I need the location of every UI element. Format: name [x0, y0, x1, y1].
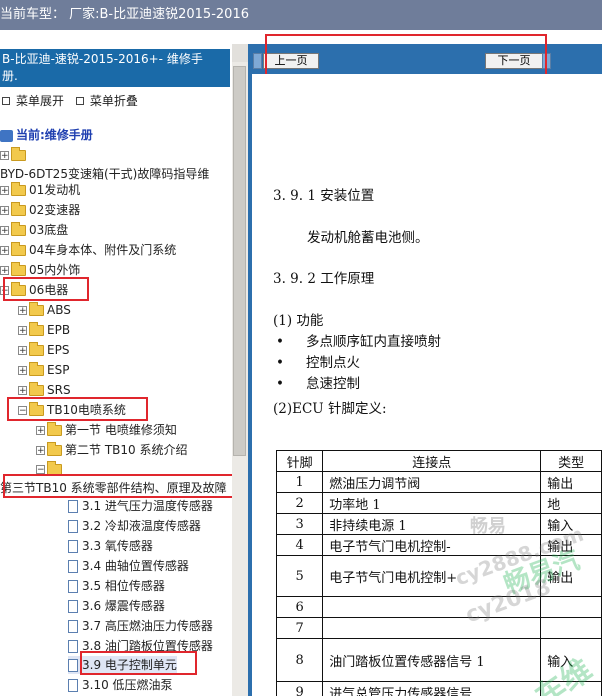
- header-pin: 针脚: [275, 450, 324, 472]
- function-title: (1) 功能: [273, 313, 324, 329]
- collapse-icon: [75, 97, 84, 105]
- expand-toggle-icon[interactable]: +: [36, 446, 45, 456]
- menu-collapse-button[interactable]: 菜单折叠: [74, 92, 138, 109]
- folder-icon: [29, 342, 44, 356]
- folder-icon: [29, 362, 44, 376]
- folder-icon: [29, 322, 44, 336]
- folder-icon: [11, 222, 26, 236]
- tree-leaf-3-2[interactable]: 3.2 冷却液温度传感器: [68, 517, 201, 535]
- document-icon: [68, 540, 78, 553]
- tree-leaf-3-10[interactable]: 3.10 低压燃油泵: [68, 676, 173, 694]
- tree-view: B-比亚迪-速锐-2015-2016+- 维修手 册. 菜单展开 菜单折叠 当前…: [0, 44, 232, 696]
- tree-node-body[interactable]: +04车身本体、附件及门系统: [0, 241, 176, 259]
- tree-node-section2[interactable]: + 第二节 TB10 系统介绍: [36, 441, 187, 459]
- highlight-electrical: [3, 277, 89, 301]
- highlight-tb10: [7, 397, 148, 421]
- expand-toggle-icon[interactable]: +: [36, 426, 45, 436]
- highlight-ecu: [80, 651, 197, 675]
- tree-scrollbar[interactable]: [232, 44, 248, 696]
- manual-header: B-比亚迪-速锐-2015-2016+- 维修手 册.: [0, 49, 230, 87]
- vehicle-title-bar: 当前车型： 厂家:B-比亚迪速锐2015-2016: [0, 0, 602, 30]
- folder-icon: [47, 442, 62, 456]
- expand-toggle-icon[interactable]: +: [0, 186, 9, 196]
- scroll-thumb[interactable]: [233, 66, 246, 456]
- scroll-up-arrow[interactable]: [232, 44, 248, 62]
- tree-leaf-3-5[interactable]: 3.5 相位传感器: [68, 577, 165, 595]
- table-row: 2 功率地 1地: [275, 492, 602, 514]
- expand-toggle-icon[interactable]: +: [0, 246, 9, 256]
- expand-toggle-icon[interactable]: +: [18, 386, 27, 396]
- document-icon: [68, 560, 78, 573]
- manual-header-line1: B-比亚迪-速锐-2015-2016+- 维修手: [2, 52, 203, 66]
- manual-page: 3. 9. 1 安装位置 发动机舱蓄电池侧。 3. 9. 2 工作原理 (1) …: [252, 74, 602, 696]
- tree-node-eps[interactable]: + EPS: [18, 341, 69, 359]
- tree-node-transmission[interactable]: +02变速器: [0, 201, 80, 219]
- document-icon: [68, 640, 78, 653]
- ecu-pin-title: (2)ECU 针脚定义:: [273, 401, 387, 417]
- expand-icon: [2, 97, 10, 105]
- tree-leaf-3-7[interactable]: 3.7 高压燃油压力传感器: [68, 617, 213, 635]
- expand-toggle-icon[interactable]: +: [18, 366, 27, 376]
- section-title-install: 3. 9. 1 安装位置: [273, 188, 375, 204]
- tree-leaf-3-4[interactable]: 3.4 曲轴位置传感器: [68, 557, 189, 575]
- menu-toggle-row: 菜单展开 菜单折叠: [0, 92, 138, 109]
- expand-toggle-icon[interactable]: +: [18, 306, 27, 316]
- expand-toggle-icon[interactable]: +: [0, 226, 9, 236]
- document-icon: [68, 620, 78, 633]
- collapse-toggle-icon[interactable]: −: [36, 465, 45, 475]
- document-icon: [68, 520, 78, 533]
- tree-node-engine[interactable]: +01发动机: [0, 181, 80, 199]
- manual-book-icon: [0, 129, 13, 142]
- tree-node-section1[interactable]: + 第一节 电喷维修须知: [36, 421, 177, 439]
- table-row: 7: [275, 617, 602, 639]
- vehicle-title: 当前车型： 厂家:B-比亚迪速锐2015-2016: [0, 7, 249, 22]
- tree-node-abs[interactable]: + ABS: [18, 301, 71, 319]
- document-panel: 上一页 下一页 3. 9. 1 安装位置 发动机舱蓄电池侧。 3. 9. 2 工…: [248, 34, 602, 696]
- tree-node-epb[interactable]: + EPB: [18, 321, 70, 339]
- watermark: 畅易: [470, 516, 506, 537]
- manual-header-line2: 册.: [2, 69, 18, 83]
- header-type: 类型: [540, 450, 602, 472]
- document-icon: [68, 679, 78, 692]
- folder-icon: [11, 242, 26, 256]
- expand-toggle-icon[interactable]: +: [0, 151, 9, 161]
- expand-toggle-icon[interactable]: +: [18, 326, 27, 336]
- document-icon: [68, 500, 78, 513]
- expand-toggle-icon[interactable]: +: [18, 346, 27, 356]
- folder-icon: [11, 202, 26, 216]
- section-title-principle: 3. 9. 2 工作原理: [273, 271, 375, 287]
- expand-toggle-icon[interactable]: +: [0, 206, 9, 216]
- table-header-row: 针脚 连接点 类型: [275, 450, 602, 472]
- tree-node-esp[interactable]: + ESP: [18, 361, 69, 379]
- folder-icon: [11, 182, 26, 196]
- document-icon: [68, 580, 78, 593]
- tree-current-manual[interactable]: 当前:维修手册: [0, 126, 93, 144]
- menu-expand-button[interactable]: 菜单展开: [0, 92, 64, 109]
- folder-icon: [11, 147, 26, 161]
- tree-leaf-3-6[interactable]: 3.6 爆震传感器: [68, 597, 165, 615]
- expand-toggle-icon[interactable]: +: [0, 266, 9, 276]
- folder-icon: [11, 262, 26, 276]
- function-item: • 多点顺序缸内直接喷射: [276, 334, 441, 350]
- tree-node-chassis[interactable]: +03底盘: [0, 221, 68, 239]
- tree-leaf-3-3[interactable]: 3.3 氧传感器: [68, 537, 153, 555]
- tree-panel: B-比亚迪-速锐-2015-2016+- 维修手 册. 菜单展开 菜单折叠 当前…: [0, 44, 248, 696]
- header-connection: 连接点: [322, 450, 542, 472]
- tree-node[interactable]: +: [0, 146, 29, 164]
- highlight-section3: [3, 474, 232, 498]
- document-icon: [68, 659, 78, 672]
- function-item: • 控制点火: [276, 355, 360, 371]
- install-location-text: 发动机舱蓄电池侧。: [307, 230, 429, 246]
- tree-leaf-3-1[interactable]: 3.1 进气压力温度传感器: [68, 497, 213, 515]
- document-icon: [68, 600, 78, 613]
- function-item: • 怠速控制: [276, 376, 360, 392]
- folder-icon: [47, 422, 62, 436]
- table-row: 6: [275, 596, 602, 618]
- prev-arrow-icon[interactable]: [253, 53, 262, 69]
- folder-icon: [29, 302, 44, 316]
- table-row: 1 燃油压力调节阀 输出: [275, 471, 602, 493]
- folder-icon: [29, 382, 44, 396]
